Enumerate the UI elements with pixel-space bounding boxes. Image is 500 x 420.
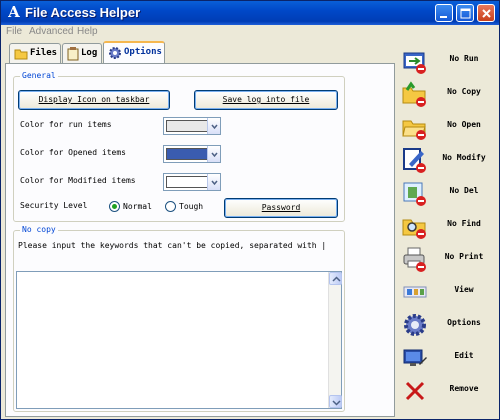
dropdown-button[interactable] [207,174,220,190]
no-modify-label: No Modify [442,153,486,162]
no-find-label: No Find [447,219,481,228]
edit-label: Edit [454,351,474,360]
clipboard-icon [67,47,79,61]
no-del-label: No Del [449,186,479,195]
radio-selected-dot [112,204,117,209]
no-open-label: No Open [447,120,481,129]
dropdown-button[interactable] [207,118,220,134]
tab-log[interactable]: Log [62,43,102,63]
no-modify-icon [403,148,426,173]
color-opened-label: Color for Opened items [20,148,126,157]
minimize-icon [440,16,447,18]
color-run-label: Color for run items [20,120,112,129]
options-button[interactable]: Options [397,309,497,341]
display-icon-button[interactable]: Display Icon on taskbar [18,90,170,110]
vertical-scrollbar[interactable] [328,272,342,408]
no-copy-label: No Copy [447,87,481,96]
color-run-picker[interactable] [163,117,221,135]
no-copy-keywords-input[interactable] [16,271,342,409]
minimize-button[interactable] [435,4,453,22]
color-run-swatch [166,120,208,132]
gear-icon [404,314,426,336]
menu-help[interactable]: Help [77,26,98,37]
tab-files[interactable]: Files [9,43,61,63]
edit-icon [403,349,427,366]
gear-icon [109,47,121,59]
color-modified-swatch [166,176,208,188]
color-opened-swatch [166,148,208,160]
chevron-up-icon [332,276,341,282]
tab-files-label: Files [30,48,58,58]
close-button[interactable] [477,4,495,22]
options-panel: General Display Icon on taskbar Save log… [5,63,395,417]
security-normal-label[interactable]: Normal [123,202,152,211]
no-find-icon [402,219,426,239]
no-print-label: No Print [444,252,484,261]
color-opened-picker[interactable] [163,145,221,163]
no-run-label: No Run [449,54,479,63]
options-label: Options [447,318,481,327]
chevron-down-icon [332,400,341,406]
maximize-button[interactable] [456,4,474,22]
title-bar[interactable]: A File Access Helper [1,1,499,25]
no-copy-instruction: Please input the keywords that can't be … [18,241,327,250]
chevron-down-icon [211,152,218,158]
no-run-button[interactable]: No Run [397,45,497,77]
remove-x-icon [405,381,425,401]
maximize-icon [460,8,471,19]
no-delete-icon [403,182,426,206]
view-button[interactable]: View [397,276,497,308]
chevron-down-icon [211,124,218,130]
menu-file[interactable]: File [6,26,22,37]
no-print-button[interactable]: No Print [397,243,497,275]
no-open-button[interactable]: No Open [397,111,497,143]
general-group: General Display Icon on taskbar Save log… [13,71,345,222]
no-run-icon [403,52,426,74]
no-copy-group-title: No copy [20,225,58,234]
remove-label: Remove [449,384,479,393]
password-button[interactable]: Password [224,198,338,218]
color-modified-picker[interactable] [163,173,221,191]
close-icon [482,9,491,18]
edit-button[interactable]: Edit [397,342,497,374]
no-copy-icon [402,81,426,107]
general-group-title: General [20,71,58,80]
no-print-icon [403,247,426,272]
security-normal-radio[interactable] [109,201,120,212]
color-modified-label: Color for Modified items [20,176,136,185]
menu-advanced[interactable]: Advanced [29,26,73,37]
no-copy-group: No copy Please input the keywords that c… [13,225,345,412]
app-logo-icon: A [8,3,20,21]
scroll-up-button[interactable] [329,272,342,285]
tab-options-label: Options [124,47,162,57]
no-del-button[interactable]: No Del [397,177,497,209]
remove-button[interactable]: Remove [397,375,497,407]
window-title: File Access Helper [25,5,141,20]
no-open-icon [402,120,426,140]
tab-log-label: Log [81,48,98,58]
dropdown-button[interactable] [207,146,220,162]
view-icon [403,286,427,298]
folder-icon [14,49,28,60]
menu-bar: File Advanced Help [1,25,499,39]
scroll-down-button[interactable] [329,395,342,408]
security-level-label: Security Level [20,201,88,210]
view-label: View [454,285,474,294]
chevron-down-icon [211,180,218,186]
tab-options[interactable]: Options [103,41,165,63]
no-find-button[interactable]: No Find [397,210,497,242]
no-modify-button[interactable]: No Modify [397,144,497,176]
action-sidebar: No Run No Copy No Open No Modify No Del … [397,43,499,417]
app-window: A File Access Helper File Advanced Help … [0,0,500,420]
no-copy-button[interactable]: No Copy [397,78,497,110]
main-area: Files Log Options General Display Icon o… [5,41,395,417]
security-tough-label[interactable]: Tough [179,202,203,211]
security-tough-radio[interactable] [165,201,176,212]
save-log-button[interactable]: Save log into file [194,90,338,110]
